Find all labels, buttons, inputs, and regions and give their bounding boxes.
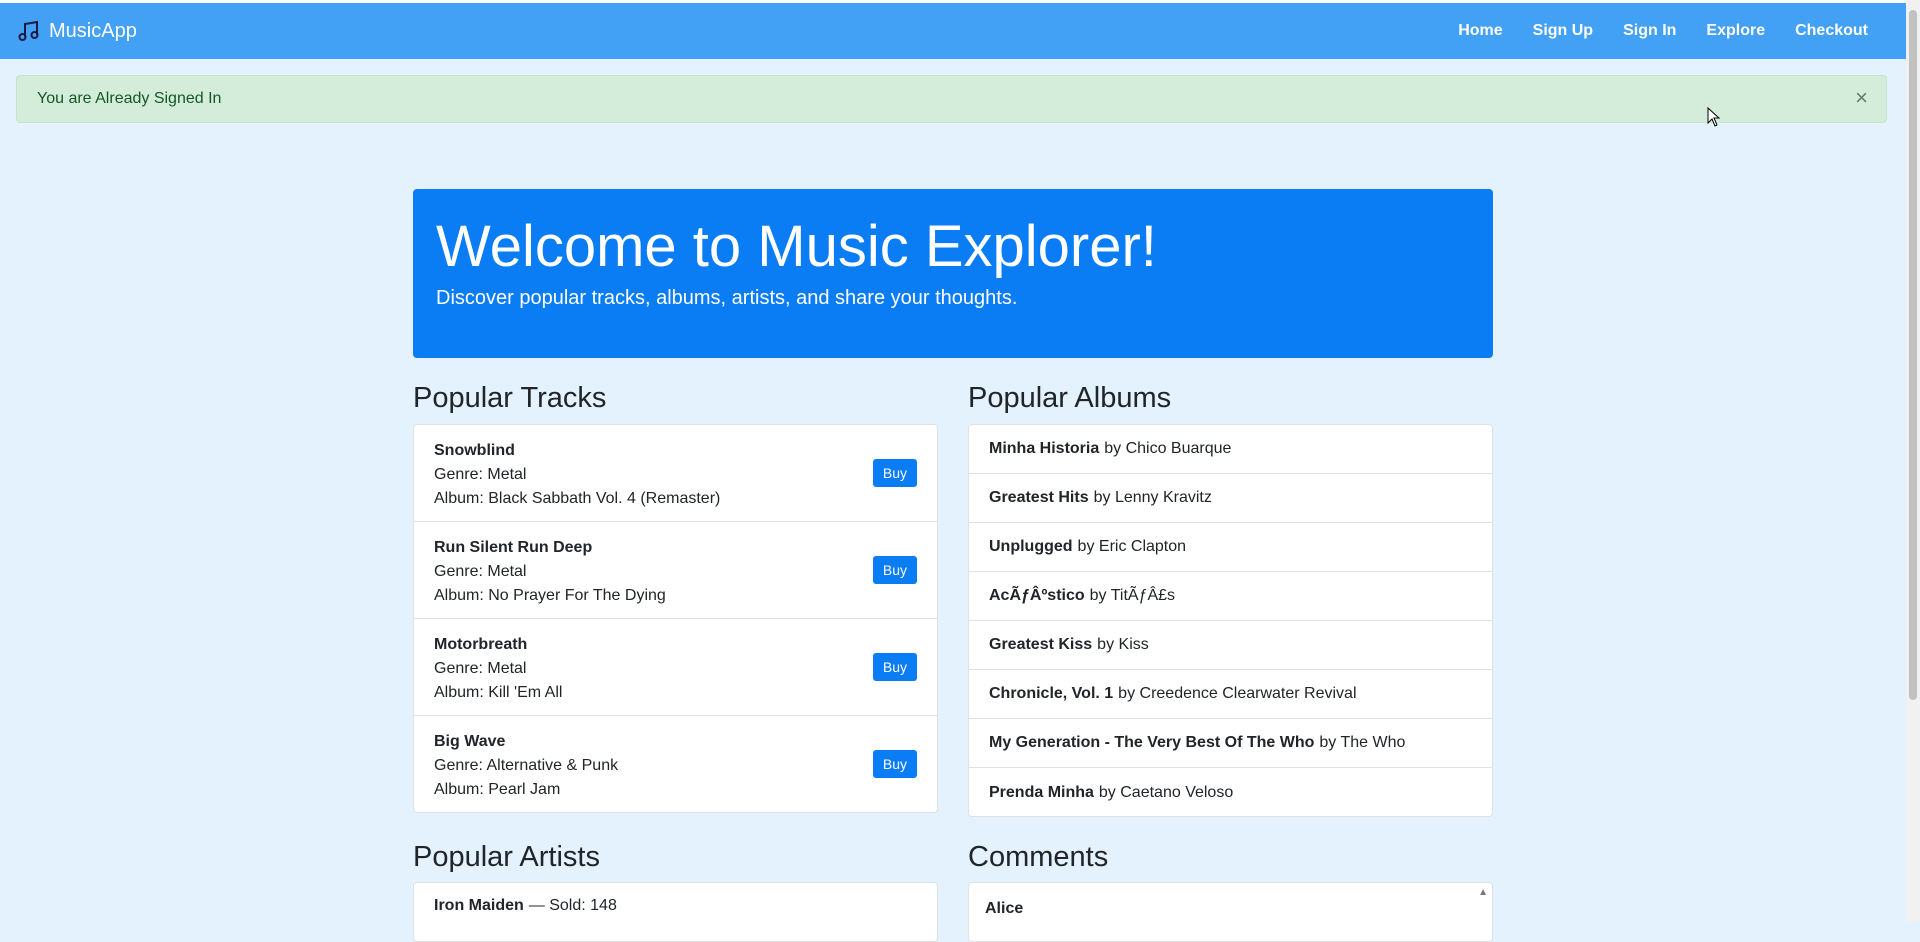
artist-name: Iron Maiden	[434, 897, 524, 914]
album-artist: by Caetano Veloso	[1098, 783, 1234, 801]
album-item: Greatest Kiss by Kiss	[969, 621, 1492, 670]
track-item: Big Wave Genre: Alternative & Punk Album…	[414, 716, 937, 813]
track-name: Big Wave	[434, 733, 506, 750]
alert-close-button[interactable]: ×	[1855, 86, 1868, 110]
track-name: Snowblind	[434, 442, 515, 459]
nav-explore[interactable]: Explore	[1706, 22, 1765, 40]
album-item: AcÃƒÂºstico by TitÃƒÂ£s	[969, 572, 1492, 621]
track-album: Album: Black Sabbath Vol. 4 (Remaster)	[434, 490, 721, 507]
buy-button[interactable]: Buy	[872, 750, 917, 778]
page-scrollbar[interactable]	[1906, 0, 1920, 922]
artist-sold: — Sold: 148	[528, 897, 617, 914]
scroll-up-icon[interactable]: ▲	[1478, 887, 1488, 898]
popular-tracks-heading: Popular Tracks	[413, 382, 607, 414]
tracks-list: Snowblind Genre: Metal Album: Black Sabb…	[413, 424, 938, 813]
album-artist: by Kiss	[1097, 636, 1149, 653]
track-item: Motorbreath Genre: Metal Album: Kill 'Em…	[414, 619, 937, 716]
scrollbar-thumb[interactable]	[1909, 10, 1917, 700]
comments-box[interactable]: ▲ Alice	[968, 882, 1493, 942]
hero-title: Welcome to Music Explorer!	[436, 214, 1157, 279]
album-title: AcÃƒÂºstico	[989, 587, 1085, 604]
track-name: Motorbreath	[434, 636, 528, 653]
nav-checkout[interactable]: Checkout	[1795, 22, 1868, 40]
albums-list: Minha Historia by Chico Buarque Greatest …	[968, 424, 1493, 817]
music-note-icon	[18, 20, 39, 41]
track-item: Run Silent Run Deep Genre: Metal Album: …	[414, 522, 937, 619]
comments-heading: Comments	[968, 841, 1109, 873]
album-title: Greatest Hits	[989, 489, 1089, 506]
popular-albums-heading: Popular Albums	[968, 382, 1172, 414]
mouse-cursor-icon	[1707, 107, 1721, 127]
album-title: Chronicle, Vol. 1	[989, 685, 1114, 702]
album-title: Minha Historia	[989, 440, 1100, 457]
track-genre: Genre: Alternative & Punk	[434, 757, 619, 774]
track-item: Snowblind Genre: Metal Album: Black Sabb…	[414, 425, 937, 522]
nav-sign-up[interactable]: Sign Up	[1533, 22, 1593, 40]
album-title: Greatest Kiss	[989, 636, 1093, 653]
album-item: Minha Historia by Chico Buarque	[969, 425, 1492, 474]
artist-item: Iron Maiden — Sold: 148	[414, 883, 937, 929]
popular-artists-heading: Popular Artists	[413, 841, 600, 873]
album-artist: by The Who	[1319, 734, 1406, 751]
album-artist: by Eric Clapton	[1077, 538, 1187, 555]
album-title: Unplugged	[989, 538, 1073, 555]
album-artist: by Creedence Clearwater Revival	[1118, 685, 1357, 702]
track-album: Album: Pearl Jam	[434, 781, 561, 798]
buy-button[interactable]: Buy	[872, 556, 917, 584]
track-name: Run Silent Run Deep	[434, 539, 593, 556]
nav-sign-in[interactable]: Sign In	[1623, 22, 1676, 40]
nav-links: Home Sign Up Sign In Explore Checkout	[1428, 22, 1868, 40]
track-album: Album: Kill 'Em All	[434, 684, 563, 701]
album-item: Greatest Hits by Lenny Kravitz	[969, 474, 1492, 523]
album-title: My Generation - The Very Best Of The Who	[989, 734, 1315, 751]
album-item: Prenda Minha by Caetano Veloso	[969, 768, 1492, 817]
album-item: Chronicle, Vol. 1 by Creedence Clearwater…	[969, 670, 1492, 719]
brand-name: MusicApp	[49, 19, 137, 42]
album-item: Unplugged by Eric Clapton	[969, 523, 1492, 572]
album-item: My Generation - The Very Best Of The Who…	[969, 719, 1492, 768]
buy-button[interactable]: Buy	[872, 459, 917, 487]
album-artist: by Lenny Kravitz	[1093, 489, 1212, 506]
hero-banner: Welcome to Music Explorer! Discover popu…	[413, 189, 1493, 358]
track-genre: Genre: Metal	[434, 563, 527, 580]
track-genre: Genre: Metal	[434, 466, 527, 483]
hero-subtitle: Discover popular tracks, albums, artists…	[436, 287, 1018, 309]
alert-message: You are Already Signed In	[37, 90, 222, 107]
brand-link[interactable]: MusicApp	[17, 19, 137, 43]
track-genre: Genre: Metal	[434, 660, 527, 677]
buy-button[interactable]: Buy	[872, 653, 917, 681]
navbar: MusicApp Home Sign Up Sign In Explore Ch…	[0, 3, 1906, 59]
track-album: Album: No Prayer For The Dying	[434, 587, 666, 604]
album-title: Prenda Minha	[989, 783, 1094, 801]
nav-home[interactable]: Home	[1458, 22, 1502, 40]
signed-in-alert: You are Already Signed In ×	[16, 75, 1887, 123]
album-artist: by TitÃƒÂ£s	[1089, 587, 1176, 604]
album-artist: by Chico Buarque	[1104, 440, 1232, 457]
artists-list: Iron Maiden — Sold: 148	[413, 882, 938, 942]
comment-user: Alice	[985, 900, 1024, 917]
